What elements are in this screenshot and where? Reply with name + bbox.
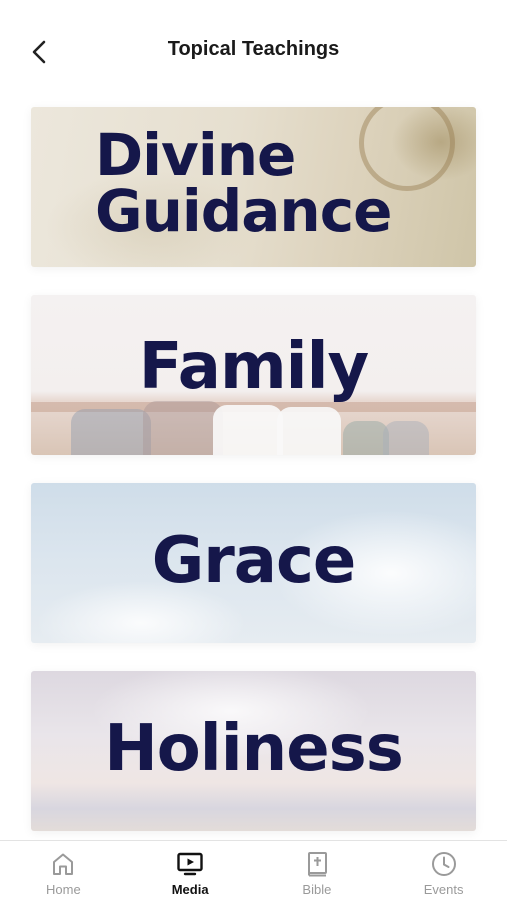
shoe-image [277, 407, 341, 455]
tab-bar: Home Media Bible Events [0, 840, 507, 901]
tab-label: Home [46, 882, 81, 897]
tab-label: Events [423, 882, 464, 897]
tab-home[interactable]: Home [0, 841, 127, 901]
shoe-image [143, 401, 223, 455]
topic-card-label-line1: Divine [95, 121, 296, 189]
topic-card-label-line2: Guidance [95, 177, 392, 245]
home-icon [49, 850, 77, 878]
tab-bible[interactable]: Bible [254, 841, 381, 901]
tab-media[interactable]: Media [127, 841, 254, 901]
topic-card-label: Grace [151, 524, 357, 598]
shoe-image [213, 405, 283, 455]
topic-card-divine-guidance[interactable]: Divine Guidance [31, 107, 476, 267]
header: Topical Teachings [0, 0, 507, 100]
tab-label: Media [171, 882, 209, 897]
bible-icon [303, 850, 331, 878]
tab-label: Bible [302, 882, 332, 897]
tv-play-icon [176, 850, 204, 878]
clock-icon [430, 850, 458, 878]
topic-card-grace[interactable]: Grace [31, 483, 476, 643]
topics-list: Divine Guidance Family Grace Holiness [0, 100, 507, 840]
page-title: Topical Teachings [167, 38, 340, 60]
tab-events[interactable]: Events [380, 841, 507, 901]
topic-card-holiness[interactable]: Holiness [31, 671, 476, 831]
shoe-image [383, 421, 429, 455]
topic-card-family[interactable]: Family [31, 295, 476, 455]
topic-card-label: Family [138, 330, 369, 404]
topic-card-label: Divine Guidance [95, 121, 392, 245]
topic-card-label: Holiness [104, 712, 404, 786]
shoe-image [71, 409, 151, 455]
